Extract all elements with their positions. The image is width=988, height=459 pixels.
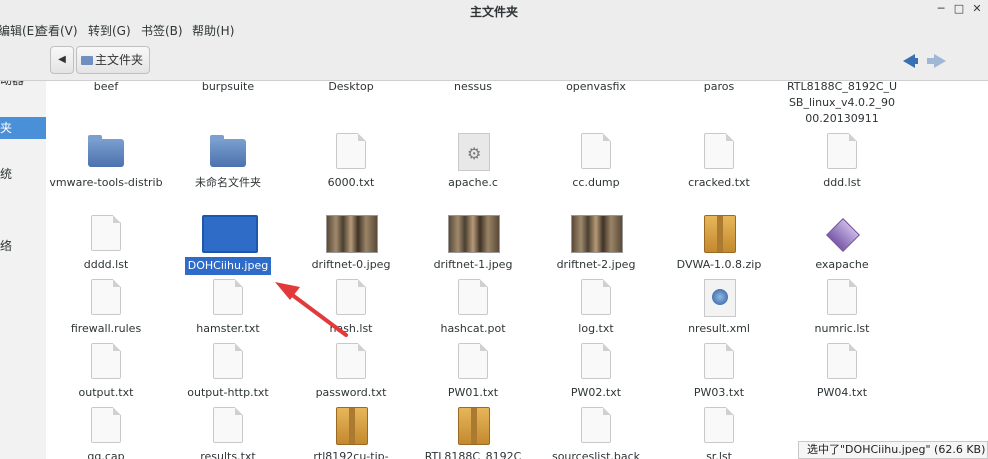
annotation-arrow <box>275 282 348 337</box>
